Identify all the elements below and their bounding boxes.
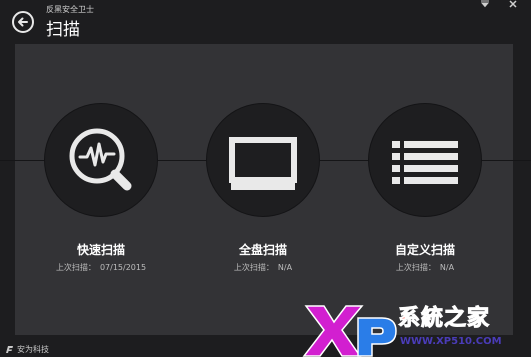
custom-scan-label[interactable]: 自定义扫描 — [345, 241, 505, 258]
back-button[interactable] — [12, 11, 34, 33]
custom-scan-button[interactable] — [369, 104, 481, 216]
quick-scan-label[interactable]: 快速扫描 — [21, 241, 181, 258]
full-scan-button[interactable] — [207, 104, 319, 216]
custom-scan-last: 上次扫描： N/A — [345, 262, 505, 273]
watermark-url: WWW.XP510.COM — [400, 336, 502, 347]
watermark-text: 系統之家 — [397, 306, 491, 332]
title-bar: 反黑安全卫士 扫描 — [0, 0, 531, 44]
last-scan-value: N/A — [277, 263, 293, 272]
list-icon — [392, 141, 458, 184]
last-scan-value: N/A — [439, 263, 455, 272]
last-scan-label: 上次扫描： — [55, 263, 96, 272]
back-arrow-icon — [18, 17, 28, 27]
last-scan-label: 上次扫描： — [233, 263, 274, 272]
quick-scan-last: 上次扫描： 07/15/2015 — [21, 262, 181, 273]
vendor-logo-icon — [6, 346, 13, 353]
last-scan-value: 07/15/2015 — [99, 263, 147, 272]
full-scan-label[interactable]: 全盘扫描 — [183, 241, 343, 258]
close-icon[interactable] — [506, 0, 520, 8]
magnifier-pulse-icon — [69, 128, 132, 191]
page-title: 扫描 — [46, 20, 80, 40]
monitor-icon — [229, 137, 297, 190]
last-scan-label: 上次扫描： — [395, 263, 436, 272]
full-scan-last: 上次扫描： N/A — [183, 262, 343, 273]
vendor-name: 安为科技 — [17, 345, 49, 354]
app-name: 反黑安全卫士 — [46, 5, 94, 14]
minimize-icon[interactable] — [478, 0, 492, 8]
quick-scan-button[interactable] — [45, 104, 157, 216]
